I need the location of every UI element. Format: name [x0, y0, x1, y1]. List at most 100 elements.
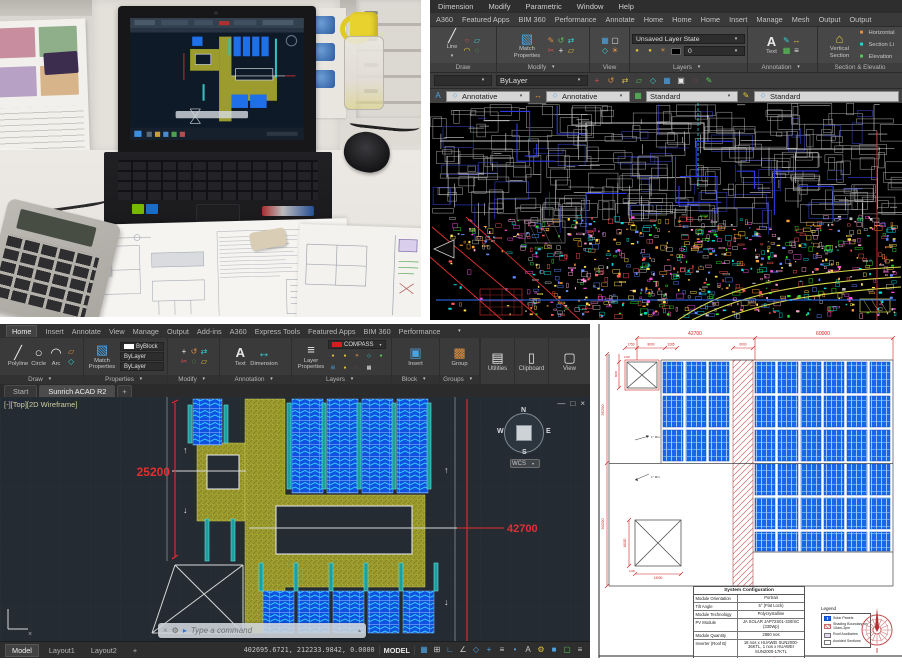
section-line-tool[interactable]: ■ Section Li — [856, 40, 894, 50]
tab-home-2[interactable]: Home — [672, 15, 691, 24]
file-tab-start[interactable]: Start — [4, 385, 37, 397]
arc-tool[interactable]: ◠Arc — [49, 346, 63, 367]
file-tab-drawing[interactable]: Sunrich ACAD R2 — [39, 385, 115, 397]
polyline-tool[interactable]: ╱Polyline — [8, 346, 28, 367]
color-control-dropdown[interactable]: ▾ — [434, 75, 492, 86]
match-properties-tool[interactable]: ▧ Match Properties — [511, 31, 543, 58]
tab-manage[interactable]: Manage — [756, 15, 782, 24]
tab-a360[interactable]: A360 — [230, 327, 247, 336]
viewcube-north[interactable]: N — [521, 407, 526, 414]
command-input[interactable]: Type a command — [191, 626, 252, 635]
ortho-icon[interactable]: ∟ — [445, 645, 455, 655]
pencil-icon[interactable]: ✎ — [704, 76, 714, 86]
mirror-icon[interactable]: ⇄ — [620, 76, 630, 86]
panel-label-draw[interactable]: Draw — [430, 63, 496, 72]
graphics-icon[interactable]: ▢ — [562, 645, 572, 655]
horizontal-section-tool[interactable]: ■ Horizontal — [856, 28, 894, 38]
panel-label-layers[interactable]: Layers▾ — [630, 63, 747, 72]
panel-label-layers[interactable]: Layers▾ — [292, 375, 391, 384]
close-icon[interactable]: × — [580, 399, 585, 408]
draw-extra-grid[interactable]: ▱ ◇ — [66, 347, 75, 366]
customize-menu-icon[interactable]: ≡ — [575, 645, 585, 655]
bulb-icon[interactable]: ● — [645, 46, 655, 56]
dynamic-input-icon[interactable]: • — [510, 645, 520, 655]
menu-window[interactable]: Window — [577, 2, 604, 11]
insert-tool[interactable]: ▣Insert — [408, 346, 423, 367]
panel-label-section[interactable]: Section & Elevatio — [818, 63, 902, 72]
tab-annotate[interactable]: Annotate — [72, 327, 101, 336]
tab-home[interactable]: Home — [6, 325, 37, 337]
wcs-menu[interactable]: WCS▾ — [510, 459, 540, 468]
tab-insert[interactable]: Insert — [729, 15, 747, 24]
menu-parametric[interactable]: Parametric — [526, 2, 562, 11]
tab-output[interactable]: Output — [167, 327, 189, 336]
annotation-tool-grid[interactable]: ✎ ↔ ▦ ≡ — [782, 36, 801, 55]
table-style-icon[interactable]: ▦ — [633, 91, 643, 101]
maximize-icon[interactable]: □ — [570, 399, 575, 408]
panel-label-block[interactable]: Block▾ — [392, 375, 439, 384]
tab-express-tools[interactable]: Express Tools — [255, 327, 300, 336]
line-tool[interactable]: ╱ Line ▾ — [445, 29, 459, 61]
close-icon[interactable]: × — [163, 626, 168, 635]
tab-addins[interactable]: Add-ins — [197, 327, 222, 336]
layer-properties-tool[interactable]: ≡Layer Properties — [297, 343, 325, 370]
tab-performance[interactable]: Performance — [555, 15, 597, 24]
viewport-controls[interactable]: [-][Top][2D Wireframe] — [4, 400, 77, 409]
bulb-icon[interactable]: ● — [632, 46, 642, 56]
tab-bim360[interactable]: BIM 360 — [519, 15, 546, 24]
tab-home-3[interactable]: Home — [701, 15, 720, 24]
panel-label-view[interactable]: View — [590, 63, 629, 72]
text-tool[interactable]: AText — [233, 346, 247, 367]
panel-label-draw[interactable]: Draw▾ — [0, 375, 83, 384]
mleader-style-icon[interactable]: ✎ — [741, 91, 751, 101]
minimize-icon[interactable]: — — [557, 399, 565, 408]
viewcube-south[interactable]: S — [522, 449, 527, 456]
erase-icon[interactable]: ◌ — [352, 363, 362, 373]
new-layout-button[interactable]: + — [127, 645, 143, 656]
grid-icon[interactable]: ▦ — [662, 76, 672, 86]
tab-featured-apps[interactable]: Featured Apps — [462, 15, 509, 24]
tab-manage[interactable]: Manage — [133, 327, 159, 336]
model-space-indicator[interactable]: MODEL — [379, 646, 415, 655]
current-layer-dropdown[interactable]: 0 ▾ — [684, 46, 745, 56]
linetype-dropdown[interactable]: ByLayer — [120, 362, 164, 371]
tab-insert[interactable]: Insert — [45, 327, 63, 336]
workspace-icon[interactable]: ⚙ — [536, 645, 546, 655]
tab-a360[interactable]: A360 — [436, 15, 453, 24]
snap-icon[interactable]: ⊞ — [432, 645, 442, 655]
tab-home-1[interactable]: Home — [644, 15, 663, 24]
command-line[interactable]: × ⚙ ▸ Type a command ▴ — [158, 623, 366, 638]
tab-mesh[interactable]: Mesh — [792, 15, 810, 24]
dimension-tool[interactable]: ↔Dimension — [250, 346, 277, 367]
floorplan-canvas[interactable] — [430, 103, 902, 320]
panel-label-groups[interactable]: Groups▾ — [440, 375, 479, 384]
layer-state-dropdown[interactable]: Unsaved Layer State ▾ — [632, 34, 745, 44]
osnap-icon[interactable]: ◇ — [648, 76, 658, 86]
tab-output-2[interactable]: Output — [849, 15, 871, 24]
bulb-icon[interactable]: ● — [376, 351, 386, 361]
current-layer-dropdown[interactable]: COMPASS▾ — [328, 340, 386, 349]
command-history-icon[interactable]: ▴ — [358, 627, 361, 634]
panel-label-annotation[interactable]: Annotation▾ — [220, 375, 291, 384]
menu-dimension[interactable]: Dimension — [438, 2, 473, 11]
menu-modify[interactable]: Modify — [488, 2, 510, 11]
dimension-style-icon[interactable]: ↔ — [533, 91, 543, 101]
panel-label-annotation[interactable]: Annotation▾ — [748, 63, 817, 72]
layout-tab-layout2[interactable]: Layout2 — [85, 645, 123, 656]
insert-icon[interactable]: ▣ — [676, 76, 686, 86]
tab-annotate[interactable]: Annotate — [605, 15, 634, 24]
tab-view[interactable]: View — [109, 327, 125, 336]
text-style-dropdown[interactable]: ◇Annotative▾ — [446, 91, 530, 102]
osnap-icon[interactable]: ◇ — [364, 351, 374, 361]
snap-icon[interactable]: ⊞ — [328, 363, 338, 373]
sun-icon[interactable]: ☀ — [352, 351, 362, 361]
color-dropdown[interactable]: ByBlock — [120, 342, 164, 351]
move-icon[interactable]: + — [592, 76, 602, 86]
osnap-icon[interactable]: ◇ — [471, 645, 481, 655]
modify-tool-grid[interactable]: + ↺ ⇄ ✂ ◌ ▱ — [179, 347, 208, 366]
utilities-button[interactable]: ▤Utilities — [480, 338, 514, 384]
vertical-section-tool[interactable]: ⌂ Vertical Section — [825, 31, 853, 58]
clipboard-button[interactable]: ▯Clipboard — [514, 338, 548, 384]
sun-icon[interactable]: ☀ — [658, 46, 668, 56]
linetype-control-dropdown[interactable]: ByLayer▾ — [496, 75, 588, 86]
